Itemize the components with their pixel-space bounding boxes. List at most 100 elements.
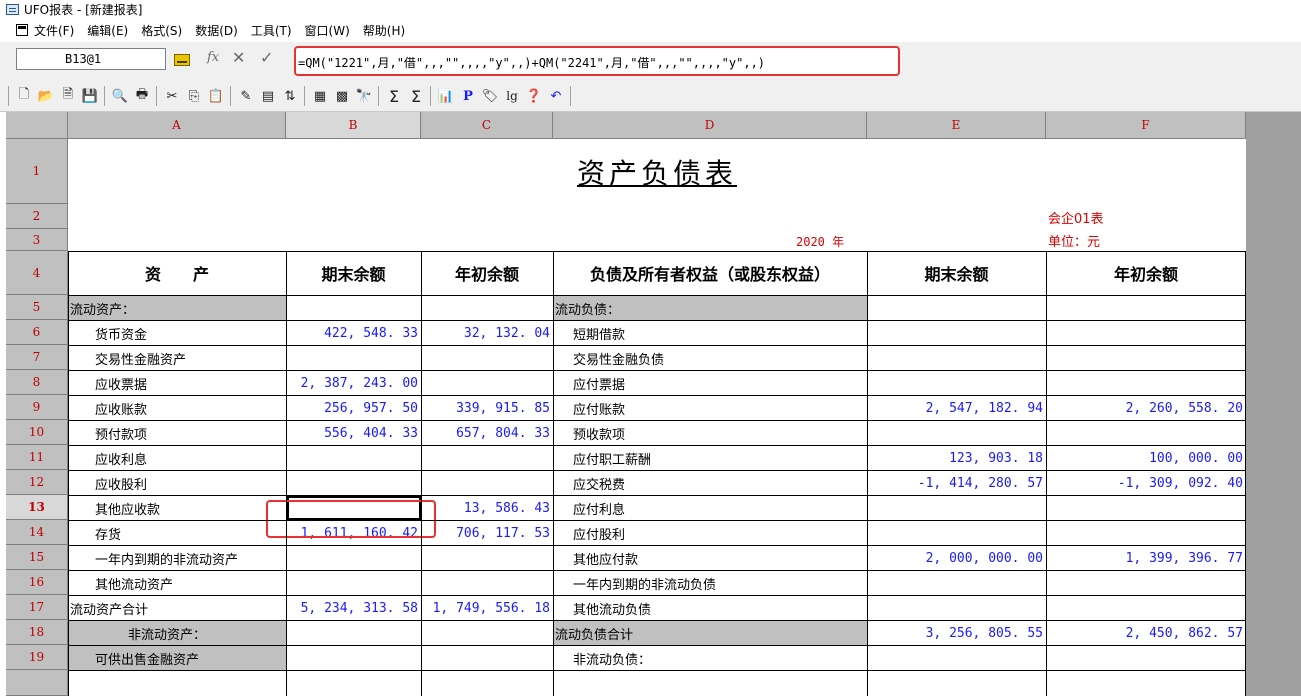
cut-icon[interactable]: ✂ <box>162 86 182 106</box>
cell-f19[interactable] <box>1046 646 1246 670</box>
cell-f12[interactable]: -1, 309, 092. 40 <box>1046 471 1246 495</box>
format-brush-icon[interactable]: ✎ <box>236 86 256 106</box>
cell-a5[interactable]: 流动资产： <box>68 296 286 320</box>
cell-d19[interactable]: 非流动负债： <box>553 646 867 670</box>
cell-a16[interactable]: 其他流动资产 <box>68 571 286 595</box>
cell-a12[interactable]: 应收股利 <box>68 471 286 495</box>
paste-icon[interactable]: 📋 <box>206 86 226 106</box>
document-icon[interactable] <box>16 24 28 36</box>
cell-e13[interactable] <box>867 496 1046 520</box>
help-pointer-icon[interactable]: ❓ <box>524 86 544 106</box>
cell-b11[interactable] <box>286 446 421 470</box>
cell-d14[interactable]: 应付股利 <box>553 521 867 545</box>
cell-d16[interactable]: 一年内到期的非流动负债 <box>553 571 867 595</box>
cell-b8[interactable]: 2, 387, 243. 00 <box>286 371 421 395</box>
cell-b10[interactable]: 556, 404. 33 <box>286 421 421 445</box>
cell-c18[interactable] <box>421 621 553 645</box>
row-header-18[interactable]: 18 <box>6 620 68 645</box>
sum-icon[interactable]: Σ <box>384 86 404 106</box>
row-header-11[interactable]: 11 <box>6 445 68 470</box>
cell-d6[interactable]: 短期借款 <box>553 321 867 345</box>
cell-e19[interactable] <box>867 646 1046 670</box>
cell-b6[interactable]: 422, 548. 33 <box>286 321 421 345</box>
cell-e9[interactable]: 2, 547, 182. 94 <box>867 396 1046 420</box>
cell-a18[interactable]: 非流动资产： <box>68 621 286 645</box>
row-header-20-partial[interactable] <box>6 670 68 696</box>
blank-page-icon[interactable]: 🗎 <box>58 86 78 106</box>
copy-icon[interactable]: ⎘ <box>184 86 204 106</box>
row-header-9[interactable]: 9 <box>6 395 68 420</box>
cell-f13[interactable] <box>1046 496 1246 520</box>
cell-b17[interactable]: 5, 234, 313. 58 <box>286 596 421 620</box>
cell-c11[interactable] <box>421 446 553 470</box>
cell-c6[interactable]: 32, 132. 04 <box>421 321 553 345</box>
row-header-13[interactable]: 13 <box>6 495 68 520</box>
cell-f17[interactable] <box>1046 596 1246 620</box>
cell-d13[interactable]: 应付利息 <box>553 496 867 520</box>
cell-b7[interactable] <box>286 346 421 370</box>
cell-c14[interactable]: 706, 117. 53 <box>421 521 553 545</box>
formula-input[interactable]: =QM("1221",月,"借",,,"",,,,"y",,)+QM("2241… <box>294 46 900 76</box>
menu-tools[interactable]: 工具(T) <box>251 22 292 39</box>
cell-e14[interactable] <box>867 521 1046 545</box>
cell-f9[interactable]: 2, 260, 558. 20 <box>1046 396 1246 420</box>
new-file-icon[interactable]: 🗋 <box>14 86 34 106</box>
row-header-19[interactable]: 19 <box>6 645 68 670</box>
row-header-4[interactable]: 4 <box>6 251 68 295</box>
cell-c12[interactable] <box>421 471 553 495</box>
cell-b16[interactable] <box>286 571 421 595</box>
cell-c13[interactable]: 13, 586. 43 <box>421 496 553 520</box>
cell-c5[interactable] <box>421 296 553 320</box>
cell-reference-box[interactable]: B13@1 <box>16 48 166 70</box>
cell-e8[interactable] <box>867 371 1046 395</box>
cell-a19[interactable]: 可供出售金融资产 <box>68 646 286 670</box>
row-header-10[interactable]: 10 <box>6 420 68 445</box>
open-folder-icon[interactable]: 📂 <box>36 86 56 106</box>
undo-icon[interactable]: ↶ <box>546 86 566 106</box>
cell-f7[interactable] <box>1046 346 1246 370</box>
row-header-15[interactable]: 15 <box>6 545 68 570</box>
menu-data[interactable]: 数据(D) <box>195 22 238 39</box>
menu-edit[interactable]: 编辑(E) <box>87 22 128 39</box>
cell-c10[interactable]: 657, 804. 33 <box>421 421 553 445</box>
cell-d15[interactable]: 其他应付款 <box>553 546 867 570</box>
cell-c17[interactable]: 1, 749, 556. 18 <box>421 596 553 620</box>
cell-f15[interactable]: 1, 399, 396. 77 <box>1046 546 1246 570</box>
chart-icon[interactable]: 📊 <box>436 86 456 106</box>
log-icon[interactable]: lg <box>502 86 522 106</box>
save-icon[interactable]: 💾 <box>80 86 100 106</box>
cell-d7[interactable]: 交易性金融负债 <box>553 346 867 370</box>
cell-b9[interactable]: 256, 957. 50 <box>286 396 421 420</box>
row-header-5[interactable]: 5 <box>6 295 68 320</box>
cell-e17[interactable] <box>867 596 1046 620</box>
cell-b15[interactable] <box>286 546 421 570</box>
menu-help[interactable]: 帮助(H) <box>363 22 405 39</box>
cell-b12[interactable] <box>286 471 421 495</box>
column-header-c[interactable]: C <box>421 112 553 139</box>
row-header-16[interactable]: 16 <box>6 570 68 595</box>
cell-e12[interactable]: -1, 414, 280. 57 <box>867 471 1046 495</box>
cell-c8[interactable] <box>421 371 553 395</box>
row-header-3[interactable]: 3 <box>6 229 68 251</box>
tag-icon[interactable]: 🏷 <box>480 86 500 106</box>
cell-e16[interactable] <box>867 571 1046 595</box>
row-header-7[interactable]: 7 <box>6 345 68 370</box>
cell-f14[interactable] <box>1046 521 1246 545</box>
cell-b18[interactable] <box>286 621 421 645</box>
cell-b5[interactable] <box>286 296 421 320</box>
select-all-corner[interactable] <box>6 112 68 139</box>
cell-d9[interactable]: 应付账款 <box>553 396 867 420</box>
cell-d11[interactable]: 应付职工薪酬 <box>553 446 867 470</box>
print-icon[interactable]: 🖶 <box>132 86 152 106</box>
p-icon[interactable]: P <box>458 86 478 106</box>
cell-f5[interactable] <box>1046 296 1246 320</box>
cell-c16[interactable] <box>421 571 553 595</box>
cell-c19[interactable] <box>421 646 553 670</box>
cell-a14[interactable]: 存货 <box>68 521 286 545</box>
sum-list-icon[interactable]: Σ <box>406 86 426 106</box>
spreadsheet[interactable]: A B C D E F 1 2 3 4 5 6 7 8 9 10 11 12 1… <box>6 112 1246 696</box>
grid-icon[interactable]: ▦ <box>310 86 330 106</box>
column-header-f[interactable]: F <box>1046 112 1246 139</box>
cell-a7[interactable]: 交易性金融资产 <box>68 346 286 370</box>
fill-icon[interactable]: ▤ <box>258 86 278 106</box>
